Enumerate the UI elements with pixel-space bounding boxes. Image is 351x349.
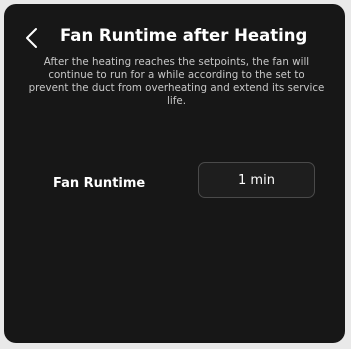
page-title: Fan Runtime after Heating: [60, 26, 308, 45]
chevron-left-icon: [26, 28, 37, 48]
settings-screen: Fan Runtime after Heating After the heat…: [4, 4, 345, 343]
fan-runtime-value-button[interactable]: 1 min: [198, 162, 315, 198]
back-button[interactable]: [24, 27, 40, 49]
description-text: After the heating reaches the setpoints,…: [28, 56, 325, 107]
fan-runtime-label: Fan Runtime: [53, 176, 146, 191]
fan-runtime-value: 1 min: [238, 172, 275, 188]
